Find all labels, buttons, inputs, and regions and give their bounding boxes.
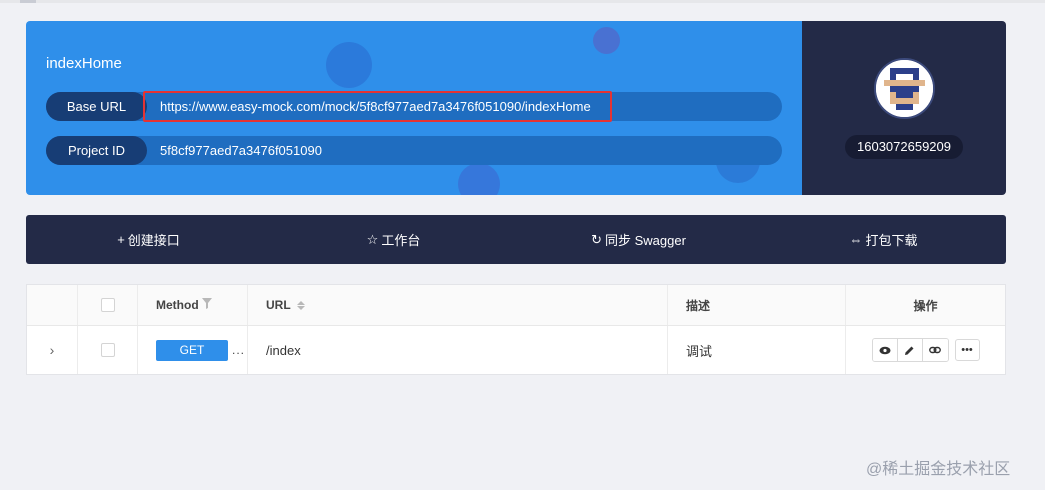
- top-bar-mark: [20, 0, 36, 3]
- sort-icon[interactable]: [296, 300, 305, 310]
- chevron-right-icon[interactable]: ›: [50, 342, 55, 358]
- base-url-label: Base URL: [46, 92, 147, 121]
- decor-bubble: [326, 42, 372, 88]
- expand-cell: ›: [27, 326, 78, 374]
- sync-swagger-button[interactable]: ↻ 同步 Swagger: [516, 215, 761, 264]
- ops-header: 操作: [913, 298, 938, 313]
- edit-button[interactable]: [897, 339, 923, 361]
- action-toolbar: + 创建接口 ☆ 工作台 ↻ 同步 Swagger ⇔ 打包下载: [26, 215, 1006, 264]
- op-button-group: [871, 338, 949, 362]
- desc-header: 描述: [686, 298, 711, 313]
- project-header: indexHome Base URL https://www.easy-mock…: [26, 21, 1006, 195]
- user-panel: 1603072659209: [802, 21, 1006, 195]
- url-highlight-box: [143, 91, 612, 122]
- project-name: indexHome: [46, 55, 122, 72]
- sync-icon: ↻: [591, 231, 602, 247]
- api-description: 调试: [686, 343, 713, 359]
- create-api-button[interactable]: + 创建接口: [26, 215, 271, 264]
- download-package-label: 打包下载: [865, 233, 918, 248]
- project-info-panel: indexHome Base URL https://www.easy-mock…: [26, 21, 802, 195]
- project-id-label: Project ID: [46, 136, 147, 165]
- method-badge: GET: [156, 339, 228, 361]
- row-select-cell: [78, 326, 138, 374]
- desc-cell: 调试: [668, 326, 846, 374]
- table-row: › GET ... /index 调试 •••: [27, 326, 1005, 374]
- pencil-icon: [905, 346, 914, 355]
- ops-header-cell: 操作: [846, 285, 1005, 325]
- link-icon: ⇔: [849, 232, 863, 247]
- star-icon: ☆: [366, 231, 379, 247]
- url-header: URL: [266, 298, 291, 312]
- base-url-row: Base URL https://www.easy-mock.com/mock/…: [46, 91, 782, 122]
- filter-icon[interactable]: [201, 296, 212, 314]
- desc-header-cell: 描述: [668, 285, 846, 325]
- pixel-avatar-icon: [876, 60, 933, 117]
- workbench-button[interactable]: ☆ 工作台: [271, 215, 516, 264]
- project-id-value[interactable]: 5f8cf977aed7a3476f051090: [160, 136, 322, 165]
- watermark: @稀土掘金技术社区: [866, 461, 1011, 478]
- row-checkbox[interactable]: [100, 343, 115, 357]
- method-header-cell: Method: [138, 285, 248, 325]
- more-button[interactable]: •••: [954, 339, 980, 361]
- decor-bubble: [593, 27, 620, 54]
- eye-icon: [879, 346, 890, 354]
- project-id-row: Project ID 5f8cf977aed7a3476f051090: [46, 136, 782, 165]
- top-bar: [0, 0, 1045, 3]
- download-package-button[interactable]: ⇔ 打包下载: [761, 215, 1006, 264]
- method-ellipsis: ...: [232, 343, 246, 357]
- method-header: Method: [156, 298, 199, 312]
- more-icon: •••: [961, 344, 973, 356]
- expand-header-cell: [27, 285, 78, 325]
- api-url[interactable]: /index: [266, 343, 301, 358]
- url-header-cell: URL: [248, 285, 668, 325]
- decor-bubble: [458, 163, 500, 195]
- copy-link-button[interactable]: [922, 339, 948, 361]
- user-id-badge: 1603072659209: [845, 135, 963, 159]
- plus-icon: +: [117, 232, 125, 247]
- api-table: Method URL 描述 操作 › GET ... /index 调试 •••: [26, 284, 1006, 375]
- preview-button[interactable]: [872, 339, 898, 361]
- ops-cell: •••: [846, 326, 1005, 374]
- method-cell: GET ...: [138, 326, 248, 374]
- avatar[interactable]: [874, 58, 935, 119]
- select-all-cell: [78, 285, 138, 325]
- select-all-checkbox[interactable]: [100, 298, 115, 312]
- table-header: Method URL 描述 操作: [27, 285, 1005, 326]
- create-api-label: 创建接口: [127, 233, 180, 248]
- link-icon: [929, 346, 941, 354]
- url-cell: /index: [248, 326, 668, 374]
- workbench-label: 工作台: [381, 233, 421, 248]
- sync-swagger-label: 同步 Swagger: [604, 233, 686, 248]
